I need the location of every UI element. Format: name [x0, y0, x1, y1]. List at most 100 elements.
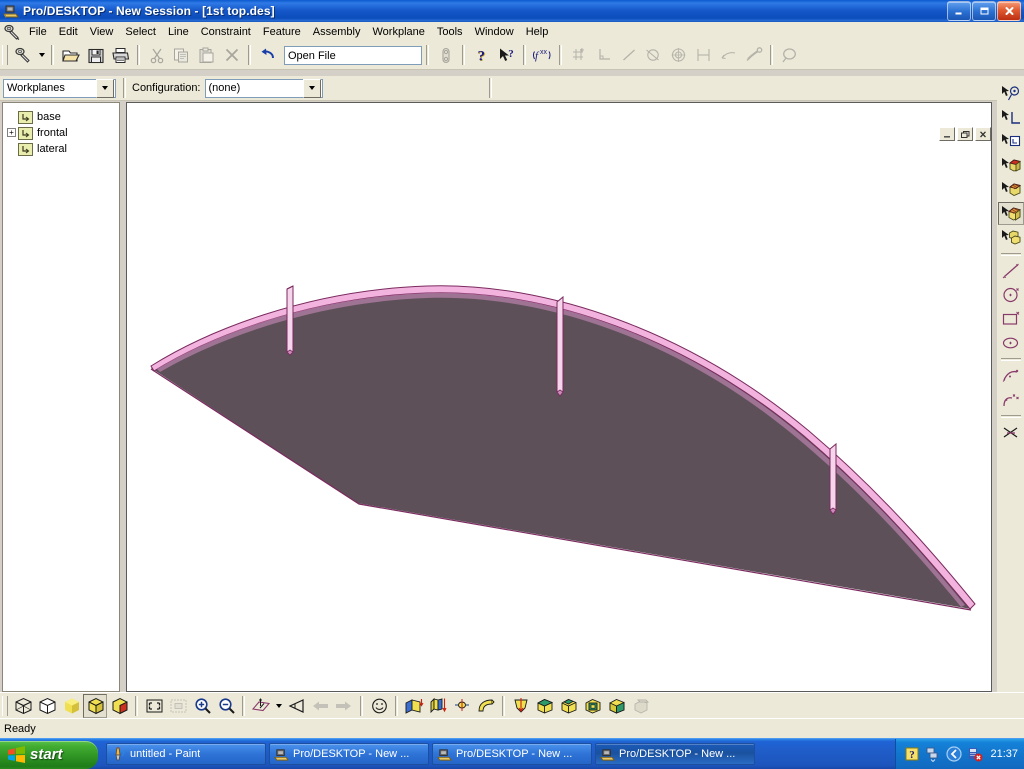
parallel-constraint-button[interactable]	[716, 43, 741, 67]
select-face-tool[interactable]	[998, 154, 1024, 177]
delete-button[interactable]	[219, 43, 244, 67]
taskbar-item[interactable]: Pro/DESKTOP - New ...	[269, 743, 429, 765]
select-line-tool[interactable]	[998, 106, 1024, 129]
menu-item-select[interactable]: Select	[119, 24, 162, 40]
previous-view-button[interactable]	[308, 694, 332, 718]
view-orientation-dropdown[interactable]	[273, 695, 284, 717]
select-assembly-tool[interactable]	[998, 226, 1024, 249]
select-part-tool[interactable]	[997, 202, 1024, 225]
hidden-line-view-button[interactable]	[35, 694, 59, 718]
clock[interactable]: 21:37	[990, 748, 1018, 760]
model-viewport[interactable]	[127, 103, 991, 691]
menu-item-workplane[interactable]: Workplane	[366, 24, 430, 40]
question-yellow-icon[interactable]: ?	[904, 746, 920, 762]
circle-tool[interactable]	[998, 283, 1024, 306]
menu-item-view[interactable]: View	[84, 24, 120, 40]
media-player-icon[interactable]	[946, 746, 963, 762]
shell-solid-button[interactable]	[581, 694, 605, 718]
prodesktop-logo-icon[interactable]	[3, 23, 21, 40]
concentric-constraint-button[interactable]	[666, 43, 691, 67]
tree-item-base[interactable]: base	[3, 109, 119, 125]
line-tool[interactable]	[998, 259, 1024, 282]
mdi-minimize-button[interactable]	[939, 127, 955, 141]
minimize-button[interactable]	[947, 1, 971, 21]
project-profile-button[interactable]	[509, 694, 533, 718]
revolve-button[interactable]	[426, 694, 450, 718]
rectangle-tool[interactable]	[998, 307, 1024, 330]
taskbar-item[interactable]: Pro/DESKTOP - New ...	[432, 743, 592, 765]
equal-constraint-button[interactable]	[691, 43, 716, 67]
menu-item-feature[interactable]: Feature	[257, 24, 307, 40]
mdi-close-button[interactable]	[975, 127, 991, 141]
render-button[interactable]	[367, 694, 391, 718]
configuration-select[interactable]: (none)	[204, 78, 323, 98]
tree-item-lateral[interactable]: lateral	[3, 141, 119, 157]
new-design-button[interactable]	[11, 43, 36, 67]
perpendicular-constraint-button[interactable]	[591, 43, 616, 67]
select-point-tool[interactable]	[998, 82, 1024, 105]
paste-button[interactable]	[194, 43, 219, 67]
loft-button[interactable]	[474, 694, 498, 718]
trim-tool[interactable]	[998, 421, 1024, 444]
draft-faces-button[interactable]	[605, 694, 629, 718]
volume-error-icon[interactable]	[967, 746, 983, 762]
zoom-in-button[interactable]	[190, 694, 214, 718]
menu-item-help[interactable]: Help	[520, 24, 555, 40]
maximize-button[interactable]	[972, 1, 996, 21]
extrude-button[interactable]	[402, 694, 426, 718]
select-feature-tool[interactable]	[998, 178, 1024, 201]
menu-item-constraint[interactable]: Constraint	[195, 24, 257, 40]
workplanes-select-arrow[interactable]	[96, 78, 114, 98]
transparent-view-button[interactable]	[107, 694, 131, 718]
menu-item-window[interactable]: Window	[469, 24, 520, 40]
close-button[interactable]	[997, 1, 1021, 21]
cut-button[interactable]	[144, 43, 169, 67]
menu-item-assembly[interactable]: Assembly	[307, 24, 367, 40]
tangent-constraint-button[interactable]	[641, 43, 666, 67]
taskbar-item[interactable]: untitled - Paint	[106, 743, 266, 765]
mdi-restore-button[interactable]	[957, 127, 973, 141]
menu-item-line[interactable]: Line	[162, 24, 195, 40]
workplanes-tree-panel[interactable]: base + frontal lateral	[2, 102, 120, 692]
zoom-fit-button[interactable]	[142, 694, 166, 718]
save-button[interactable]	[83, 43, 108, 67]
add-constraint-button[interactable]	[566, 43, 591, 67]
arc-tool[interactable]	[998, 364, 1024, 387]
help-button[interactable]: ? ?	[469, 43, 494, 67]
tree-expander-cell[interactable]: +	[5, 125, 18, 141]
zoom-selection-button[interactable]	[166, 694, 190, 718]
select-workplane-tool[interactable]	[998, 130, 1024, 153]
chamfer-edges-button[interactable]	[557, 694, 581, 718]
print-button[interactable]	[108, 43, 133, 67]
undo-button[interactable]	[255, 43, 280, 67]
view-orientation-button[interactable]	[249, 694, 273, 718]
ellipse-tool[interactable]	[998, 331, 1024, 354]
tree-item-frontal[interactable]: + frontal	[3, 125, 119, 141]
fix-constraint-button[interactable]	[741, 43, 766, 67]
line-constraint-button[interactable]	[616, 43, 641, 67]
start-button[interactable]: start	[0, 740, 98, 769]
design-canvas[interactable]	[126, 102, 992, 692]
toolbar-grip[interactable]	[2, 45, 8, 65]
properties-button[interactable]	[433, 43, 458, 67]
expand-plus-icon[interactable]: +	[7, 128, 16, 137]
zoom-out-button[interactable]	[214, 694, 238, 718]
toolbar-grip[interactable]	[2, 696, 8, 716]
material-button[interactable]	[629, 694, 653, 718]
camera-view-button[interactable]	[284, 694, 308, 718]
next-view-button[interactable]	[332, 694, 356, 718]
context-help-button[interactable]: ?	[494, 43, 519, 67]
shaded-with-edges-button[interactable]	[83, 694, 107, 718]
workplanes-select[interactable]: Workplanes	[3, 78, 116, 98]
round-edges-button[interactable]	[533, 694, 557, 718]
wireframe-view-button[interactable]	[11, 694, 35, 718]
zoom-tool-button[interactable]	[777, 43, 802, 67]
copy-button[interactable]	[169, 43, 194, 67]
new-design-dropdown[interactable]	[36, 44, 47, 66]
menu-item-file[interactable]: File	[23, 24, 53, 40]
variables-button[interactable]: f xx	[530, 43, 555, 67]
network-icon[interactable]	[925, 746, 941, 762]
taskbar-item[interactable]: Pro/DESKTOP - New ...	[595, 743, 755, 765]
shaded-no-edges-button[interactable]	[59, 694, 83, 718]
open-button[interactable]	[58, 43, 83, 67]
